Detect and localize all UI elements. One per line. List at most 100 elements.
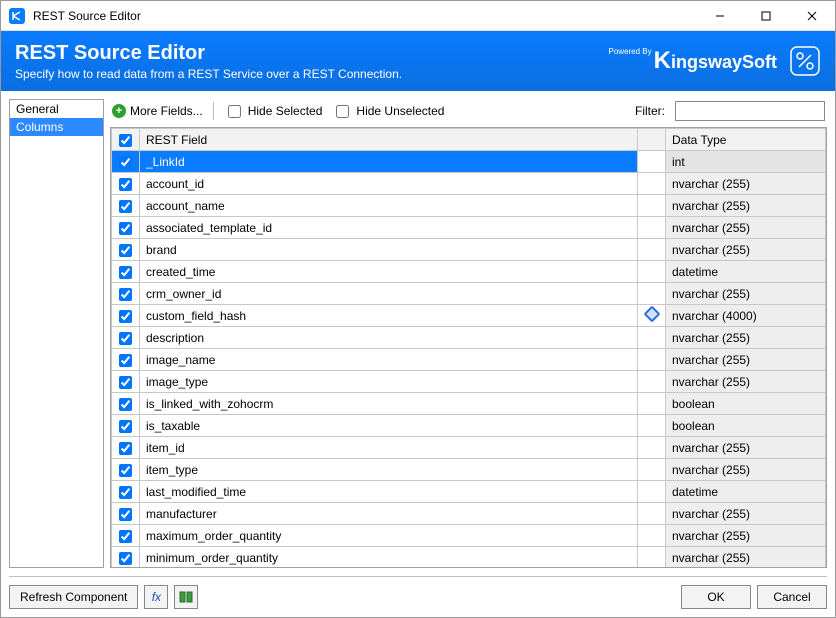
row-field[interactable]: crm_owner_id: [140, 283, 638, 305]
row-checkbox[interactable]: [119, 354, 132, 367]
table-row[interactable]: created_time datetime: [112, 261, 826, 283]
row-field[interactable]: description: [140, 327, 638, 349]
row-checkbox[interactable]: [119, 486, 132, 499]
row-field[interactable]: _LinkId: [140, 151, 638, 173]
row-type[interactable]: nvarchar (255): [666, 239, 826, 261]
row-checkbox[interactable]: [119, 376, 132, 389]
row-checkbox[interactable]: [119, 244, 132, 257]
table-row[interactable]: custom_field_hash nvarchar (4000): [112, 305, 826, 327]
table-row[interactable]: item_id nvarchar (255): [112, 437, 826, 459]
table-row[interactable]: _LinkId int: [112, 151, 826, 173]
row-field[interactable]: associated_template_id: [140, 217, 638, 239]
row-checkbox[interactable]: [119, 310, 132, 323]
ok-button[interactable]: OK: [681, 585, 751, 609]
row-type[interactable]: nvarchar (255): [666, 459, 826, 481]
filter-label: Filter:: [635, 104, 665, 118]
filter-input[interactable]: [675, 101, 825, 121]
row-field[interactable]: is_taxable: [140, 415, 638, 437]
maximize-button[interactable]: [743, 1, 789, 31]
row-checkbox[interactable]: [119, 178, 132, 191]
hide-selected-input[interactable]: [228, 105, 241, 118]
row-type[interactable]: nvarchar (4000): [666, 305, 826, 327]
row-type[interactable]: nvarchar (255): [666, 525, 826, 547]
row-type[interactable]: nvarchar (255): [666, 371, 826, 393]
row-type-icon: [638, 415, 666, 437]
row-checkbox[interactable]: [119, 200, 132, 213]
more-fields-button[interactable]: + More Fields...: [112, 104, 203, 118]
table-row[interactable]: image_type nvarchar (255): [112, 371, 826, 393]
table-row[interactable]: manufacturer nvarchar (255): [112, 503, 826, 525]
row-type[interactable]: nvarchar (255): [666, 195, 826, 217]
row-field[interactable]: manufacturer: [140, 503, 638, 525]
row-checkbox[interactable]: [119, 420, 132, 433]
row-type[interactable]: datetime: [666, 481, 826, 503]
minimize-button[interactable]: [697, 1, 743, 31]
row-type[interactable]: datetime: [666, 261, 826, 283]
row-field[interactable]: account_name: [140, 195, 638, 217]
table-row[interactable]: crm_owner_id nvarchar (255): [112, 283, 826, 305]
row-field[interactable]: brand: [140, 239, 638, 261]
table-row[interactable]: description nvarchar (255): [112, 327, 826, 349]
row-type[interactable]: boolean: [666, 393, 826, 415]
hide-selected-checkbox[interactable]: Hide Selected: [224, 102, 323, 121]
row-checkbox[interactable]: [119, 266, 132, 279]
sidebar: GeneralColumns: [9, 99, 104, 568]
table-row[interactable]: account_id nvarchar (255): [112, 173, 826, 195]
row-type[interactable]: nvarchar (255): [666, 327, 826, 349]
row-field[interactable]: minimum_order_quantity: [140, 547, 638, 568]
row-field[interactable]: last_modified_time: [140, 481, 638, 503]
table-row[interactable]: associated_template_id nvarchar (255): [112, 217, 826, 239]
close-button[interactable]: [789, 1, 835, 31]
function-button[interactable]: fx: [144, 585, 168, 609]
row-type[interactable]: nvarchar (255): [666, 503, 826, 525]
row-field[interactable]: item_id: [140, 437, 638, 459]
table-row[interactable]: maximum_order_quantity nvarchar (255): [112, 525, 826, 547]
hide-unselected-checkbox[interactable]: Hide Unselected: [332, 102, 444, 121]
table-row[interactable]: is_linked_with_zohocrm boolean: [112, 393, 826, 415]
row-field[interactable]: maximum_order_quantity: [140, 525, 638, 547]
page-subtitle: Specify how to read data from a REST Ser…: [15, 67, 609, 81]
row-field[interactable]: item_type: [140, 459, 638, 481]
row-checkbox[interactable]: [119, 530, 132, 543]
row-field[interactable]: is_linked_with_zohocrm: [140, 393, 638, 415]
sidebar-item-columns[interactable]: Columns: [10, 118, 103, 136]
grid: REST Field Data Type _LinkIdintaccount_i…: [110, 127, 827, 568]
row-checkbox[interactable]: [119, 464, 132, 477]
row-type[interactable]: nvarchar (255): [666, 283, 826, 305]
row-type[interactable]: nvarchar (255): [666, 349, 826, 371]
table-row[interactable]: account_name nvarchar (255): [112, 195, 826, 217]
row-checkbox[interactable]: [119, 222, 132, 235]
row-checkbox[interactable]: [119, 156, 132, 169]
header-data-type[interactable]: Data Type: [666, 129, 826, 151]
refresh-component-button[interactable]: Refresh Component: [9, 585, 138, 609]
row-field[interactable]: created_time: [140, 261, 638, 283]
row-field[interactable]: account_id: [140, 173, 638, 195]
row-type[interactable]: nvarchar (255): [666, 547, 826, 568]
table-row[interactable]: item_type nvarchar (255): [112, 459, 826, 481]
row-checkbox[interactable]: [119, 288, 132, 301]
table-row[interactable]: minimum_order_quantity nvarchar (255): [112, 547, 826, 568]
row-type[interactable]: nvarchar (255): [666, 437, 826, 459]
row-type[interactable]: boolean: [666, 415, 826, 437]
row-type[interactable]: int: [666, 151, 826, 173]
hide-unselected-input[interactable]: [336, 105, 349, 118]
table-row[interactable]: brand nvarchar (255): [112, 239, 826, 261]
row-checkbox[interactable]: [119, 508, 132, 521]
row-type[interactable]: nvarchar (255): [666, 217, 826, 239]
row-field[interactable]: custom_field_hash: [140, 305, 638, 327]
select-all-checkbox[interactable]: [119, 134, 132, 147]
cancel-button[interactable]: Cancel: [757, 585, 827, 609]
row-field[interactable]: image_name: [140, 349, 638, 371]
table-row[interactable]: last_modified_time datetime: [112, 481, 826, 503]
row-checkbox[interactable]: [119, 398, 132, 411]
header-rest-field[interactable]: REST Field: [140, 129, 638, 151]
row-checkbox[interactable]: [119, 552, 132, 565]
row-type[interactable]: nvarchar (255): [666, 173, 826, 195]
table-row[interactable]: is_taxable boolean: [112, 415, 826, 437]
row-field[interactable]: image_type: [140, 371, 638, 393]
sidebar-item-general[interactable]: General: [10, 100, 103, 118]
table-row[interactable]: image_name nvarchar (255): [112, 349, 826, 371]
row-checkbox[interactable]: [119, 442, 132, 455]
columns-button[interactable]: [174, 585, 198, 609]
row-checkbox[interactable]: [119, 332, 132, 345]
